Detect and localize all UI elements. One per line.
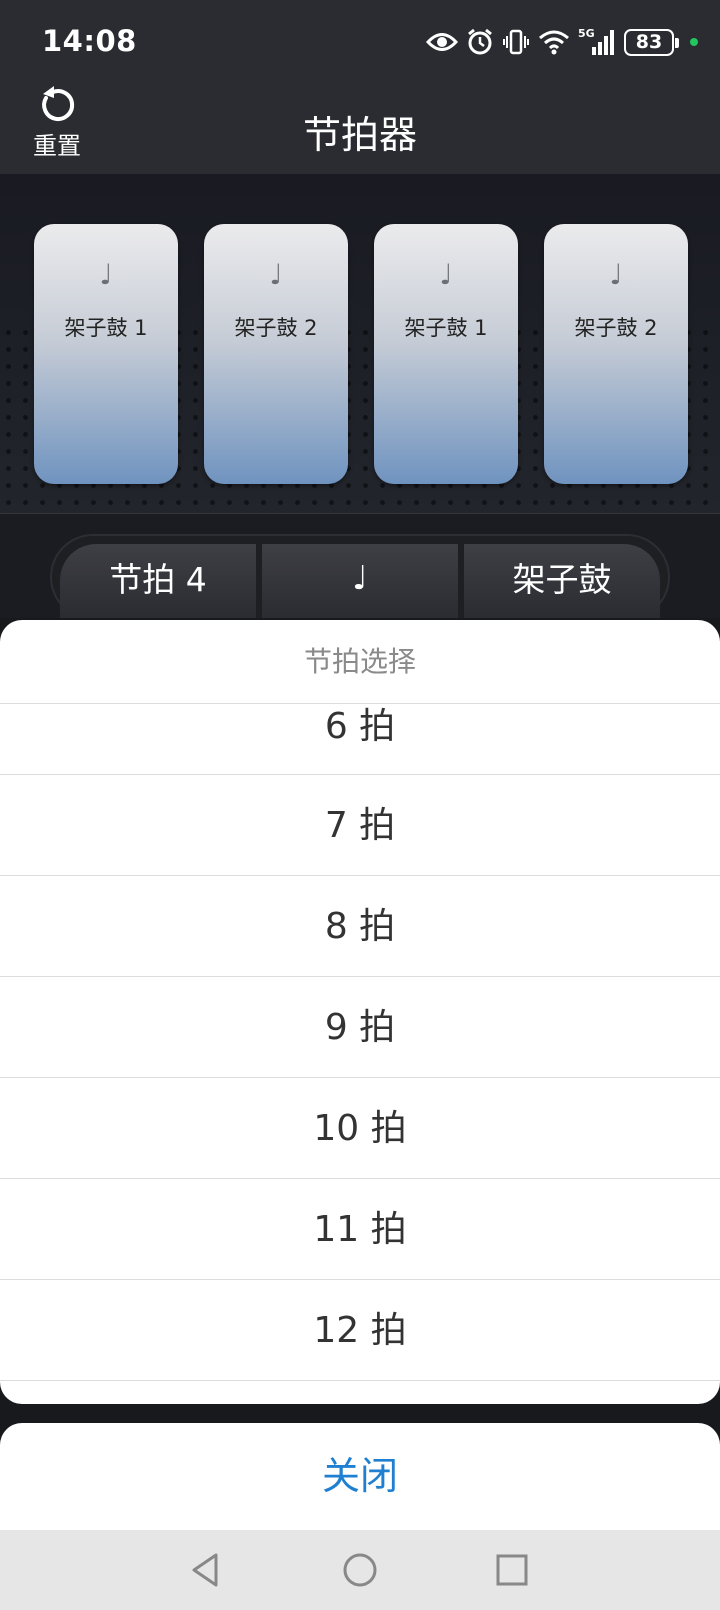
home-icon[interactable] [340, 1550, 380, 1590]
beat-option-list[interactable]: 6 拍 7 拍 8 拍 9 拍 10 拍 11 拍 12 拍 [0, 704, 720, 1381]
battery-icon: 83 [624, 28, 679, 56]
recents-icon[interactable] [492, 1550, 532, 1590]
quarter-note-icon: ♩ [99, 258, 113, 291]
pad-label: 架子鼓 1 [64, 316, 148, 340]
status-bar: 14:08 5G 83 [0, 0, 720, 82]
metronome-screen: 14:08 5G 83 重置 节拍器 ♩ 架子鼓 1 ♩ 架子鼓 2 ♩ 架子鼓… [0, 0, 720, 1610]
status-dot [690, 38, 698, 46]
status-time: 14:08 [42, 24, 137, 58]
system-nav-bar [0, 1530, 720, 1610]
pad-label: 架子鼓 2 [574, 316, 658, 340]
beat-option[interactable]: 12 拍 [0, 1280, 720, 1381]
drum-pad[interactable]: ♩ 架子鼓 2 [544, 224, 688, 484]
app-header: 重置 节拍器 [0, 82, 720, 174]
beat-option[interactable]: 10 拍 [0, 1078, 720, 1179]
beat-picker-sheet: 节拍选择 6 拍 7 拍 8 拍 9 拍 10 拍 11 拍 12 拍 [0, 620, 720, 1404]
settings-segment-bar: 节拍 4 ♩ 架子鼓 [50, 534, 670, 620]
quarter-note-icon: ♩ [269, 258, 283, 291]
pad-label: 架子鼓 2 [234, 316, 318, 340]
beat-option[interactable]: 11 拍 [0, 1179, 720, 1280]
drum-pads: ♩ 架子鼓 1 ♩ 架子鼓 2 ♩ 架子鼓 1 ♩ 架子鼓 2 [34, 224, 688, 484]
quarter-note-icon: ♩ [439, 258, 453, 291]
pad-area: ♩ 架子鼓 1 ♩ 架子鼓 2 ♩ 架子鼓 1 ♩ 架子鼓 2 [0, 174, 720, 514]
drum-pad[interactable]: ♩ 架子鼓 1 [374, 224, 518, 484]
battery-level: 83 [635, 31, 663, 53]
pad-label: 架子鼓 1 [404, 316, 488, 340]
beat-option[interactable]: 7 拍 [0, 775, 720, 876]
sound-selector-button[interactable]: 架子鼓 [464, 544, 660, 618]
sheet-title: 节拍选择 [0, 620, 720, 704]
beat-selector-button[interactable]: 节拍 4 [60, 544, 256, 618]
status-icons: 5G 83 [426, 26, 698, 58]
svg-text:5G: 5G [578, 27, 595, 40]
note-selector-button[interactable]: ♩ [262, 544, 458, 618]
wifi-icon [539, 30, 569, 55]
back-icon[interactable] [186, 1550, 226, 1590]
signal-icon: 5G [578, 27, 614, 55]
vibrate-icon [503, 29, 529, 55]
page-title: 节拍器 [302, 113, 417, 157]
drum-pad[interactable]: ♩ 架子鼓 2 [204, 224, 348, 484]
quarter-note-icon: ♩ [609, 258, 623, 291]
drum-pad[interactable]: ♩ 架子鼓 1 [34, 224, 178, 484]
close-button[interactable]: 关闭 [0, 1423, 720, 1530]
beat-option[interactable]: 6 拍 [0, 704, 720, 775]
eye-icon [426, 33, 458, 51]
beat-option[interactable]: 8 拍 [0, 876, 720, 977]
beat-option[interactable]: 9 拍 [0, 977, 720, 1078]
alarm-icon [468, 28, 492, 55]
